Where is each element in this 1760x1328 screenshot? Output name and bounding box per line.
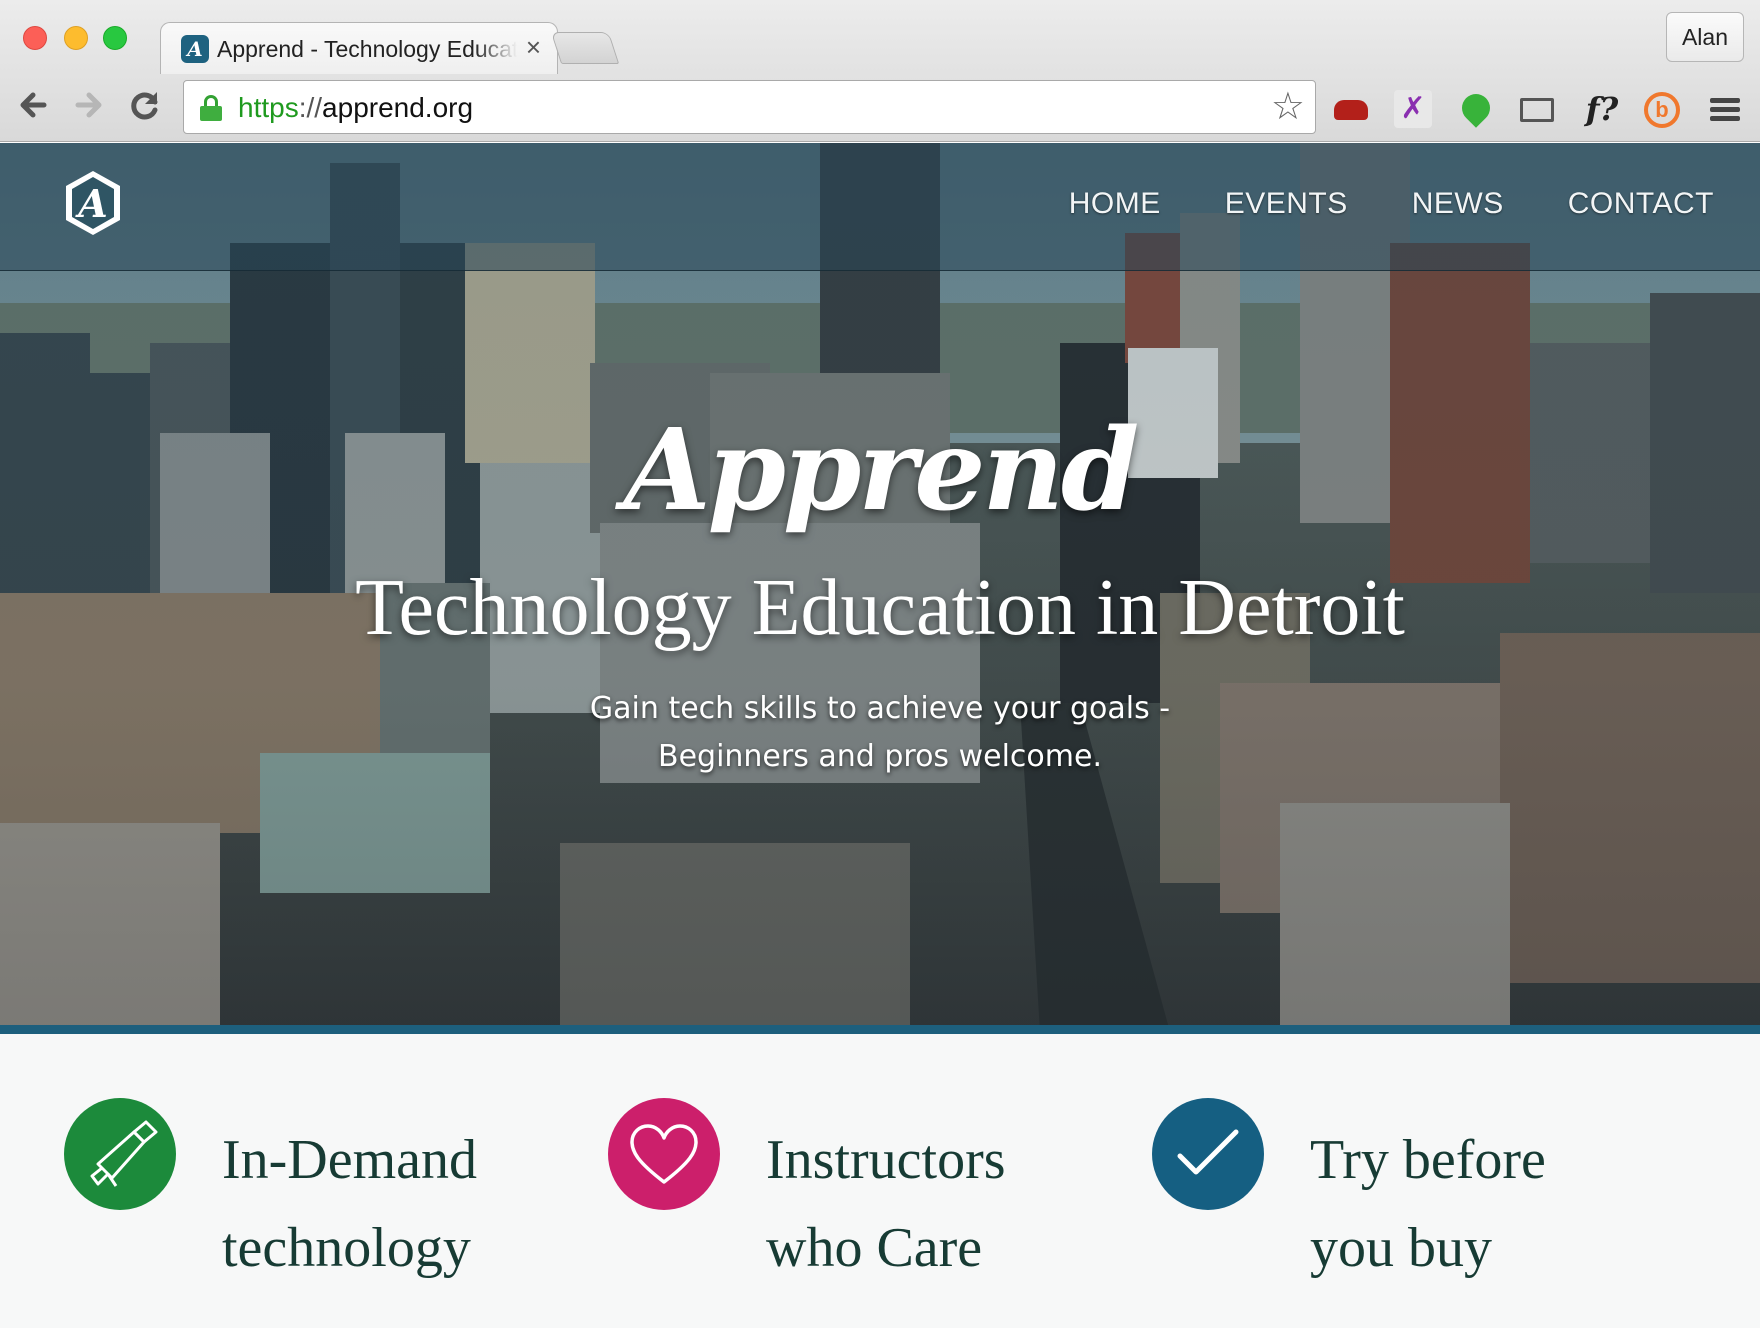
browser-toolbar: https://apprend.org ☆ ✗ f? b — [0, 72, 1760, 142]
hero-subtitle-line-1: Gain tech skills to achieve your goals - — [589, 691, 1171, 726]
nav-home-link[interactable]: HOME — [1069, 187, 1161, 221]
hero-section: A HOME EVENTS NEWS CONTACT Apprend Techn… — [0, 143, 1760, 1032]
tab-close-icon[interactable]: × — [526, 33, 541, 61]
nav-contact-link[interactable]: CONTACT — [1568, 187, 1714, 221]
cast-icon[interactable] — [1516, 90, 1554, 128]
zoom-window-button[interactable] — [103, 26, 127, 50]
site-nav-links: HOME EVENTS NEWS CONTACT — [1005, 187, 1714, 221]
feature-line-1: In-Demand — [222, 1129, 478, 1191]
svg-text:A: A — [75, 181, 107, 226]
bitly-icon[interactable]: b — [1642, 90, 1680, 128]
apprend-logo-icon[interactable]: A — [62, 169, 124, 237]
feature-in-demand: In-Demand technology — [64, 1098, 604, 1298]
minimize-window-button[interactable] — [64, 26, 88, 50]
tab-bar: A Apprend - Technology Education × Alan — [0, 0, 1760, 74]
new-tab-button[interactable] — [550, 32, 620, 64]
back-arrow-icon[interactable] — [14, 84, 56, 126]
feature-text: Try before you buy — [1310, 1116, 1690, 1292]
feature-text: Instructors who Care — [766, 1116, 1146, 1292]
lock-icon — [200, 95, 222, 121]
browser-tab-active[interactable]: A Apprend - Technology Education × — [160, 22, 558, 74]
hero-subtitle-line-2: Beginners and pros welcome. — [657, 739, 1102, 774]
feature-line-2: technology — [222, 1217, 471, 1279]
tab-title: Apprend - Technology Education — [217, 36, 517, 62]
url-text: https://apprend.org — [238, 92, 474, 123]
profile-button[interactable]: Alan — [1666, 12, 1744, 62]
close-window-button[interactable] — [23, 26, 47, 50]
heart-icon — [608, 1098, 720, 1210]
hero-subtitle: Gain tech skills to achieve your goals -… — [0, 685, 1760, 781]
menu-icon[interactable] — [1706, 90, 1744, 128]
features-section: In-Demand technology Instructors who Car… — [0, 1034, 1760, 1328]
feature-line-2: who Care — [766, 1217, 983, 1279]
feature-line-1: Instructors — [766, 1129, 1006, 1191]
font-finder-icon[interactable]: f? — [1578, 90, 1626, 128]
address-bar[interactable]: https://apprend.org ☆ — [183, 80, 1316, 134]
site-navbar: A HOME EVENTS NEWS CONTACT — [0, 143, 1760, 271]
feature-instructors: Instructors who Care — [608, 1098, 1148, 1298]
feature-line-1: Try before — [1310, 1129, 1546, 1191]
hero-accent-bar — [0, 1025, 1760, 1034]
megaphone-icon — [64, 1098, 176, 1210]
feature-line-2: you buy — [1310, 1217, 1492, 1279]
evernote-leaf-icon[interactable] — [1456, 88, 1496, 128]
bird-icon[interactable]: ✗ — [1394, 90, 1432, 128]
nav-news-link[interactable]: NEWS — [1412, 187, 1504, 221]
couch-icon[interactable] — [1332, 90, 1370, 128]
nav-events-link[interactable]: EVENTS — [1225, 187, 1348, 221]
browser-chrome: A Apprend - Technology Education × Alan … — [0, 0, 1760, 142]
bookmark-star-icon[interactable]: ☆ — [1271, 87, 1305, 127]
hero-brand-wordmark: Apprend — [623, 405, 1140, 536]
reload-icon[interactable] — [124, 84, 166, 126]
feature-try-before: Try before you buy — [1152, 1098, 1692, 1298]
forward-arrow-icon[interactable] — [68, 84, 110, 126]
apprend-favicon-icon: A — [181, 35, 209, 63]
hero-title: Technology Education in Detroit — [355, 564, 1405, 652]
checkmark-icon — [1152, 1098, 1264, 1210]
feature-text: In-Demand technology — [222, 1116, 602, 1292]
